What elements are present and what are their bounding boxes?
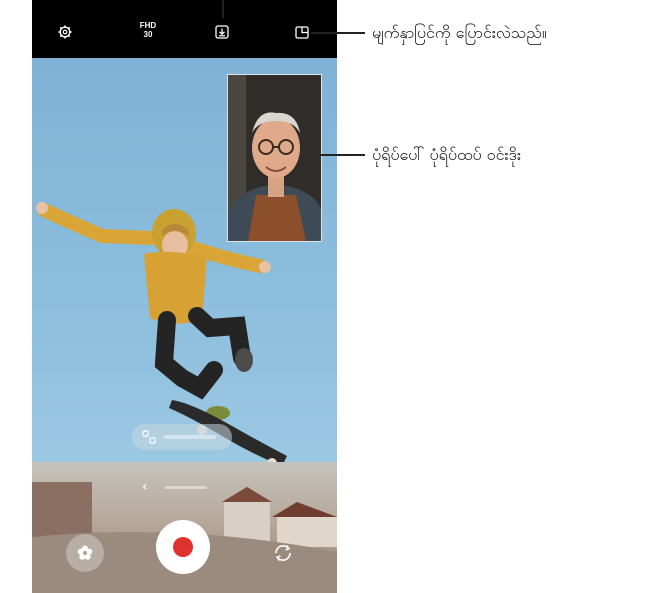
phone-screen: FHD 30 ‹ [32, 0, 337, 593]
zoom-control[interactable] [132, 424, 232, 450]
download-callout-line [222, 0, 224, 18]
flower-icon [77, 545, 93, 560]
record-icon [173, 537, 193, 557]
camera-viewfinder[interactable]: ‹ [32, 58, 337, 593]
multi-camera-icon [142, 430, 156, 444]
switch-camera-icon [275, 545, 291, 561]
download-icon[interactable] [211, 21, 233, 43]
camera-top-bar: FHD 30 [32, 0, 337, 58]
mode-indicator [165, 486, 207, 489]
layout-callout-line [311, 32, 365, 34]
pip-window[interactable] [227, 74, 322, 242]
zoom-level-bar [164, 435, 216, 439]
change-screen-label: မျက်နှာပြင်ကို ပြောင်းလဲသည်။ [372, 23, 547, 42]
pip-portrait-photo [228, 75, 321, 241]
gear-icon[interactable] [54, 21, 76, 43]
layout-icon[interactable] [291, 21, 313, 43]
chevron-left-icon[interactable]: ‹ [142, 479, 154, 495]
camera-controls-area: ‹ [32, 462, 337, 593]
resolution-button[interactable]: FHD 30 [128, 21, 168, 39]
switch-camera-button[interactable] [269, 539, 297, 567]
effects-button[interactable] [66, 534, 104, 572]
record-button[interactable] [156, 520, 210, 574]
resolution-label: FHD [139, 21, 157, 30]
pip-window-label: ပုံရိပ်ပေါ် ပုံရိပ်ထပ် ဝင်းဒိုး [372, 145, 521, 164]
fps-label: 30 [143, 30, 153, 39]
pip-callout-line [320, 154, 365, 156]
